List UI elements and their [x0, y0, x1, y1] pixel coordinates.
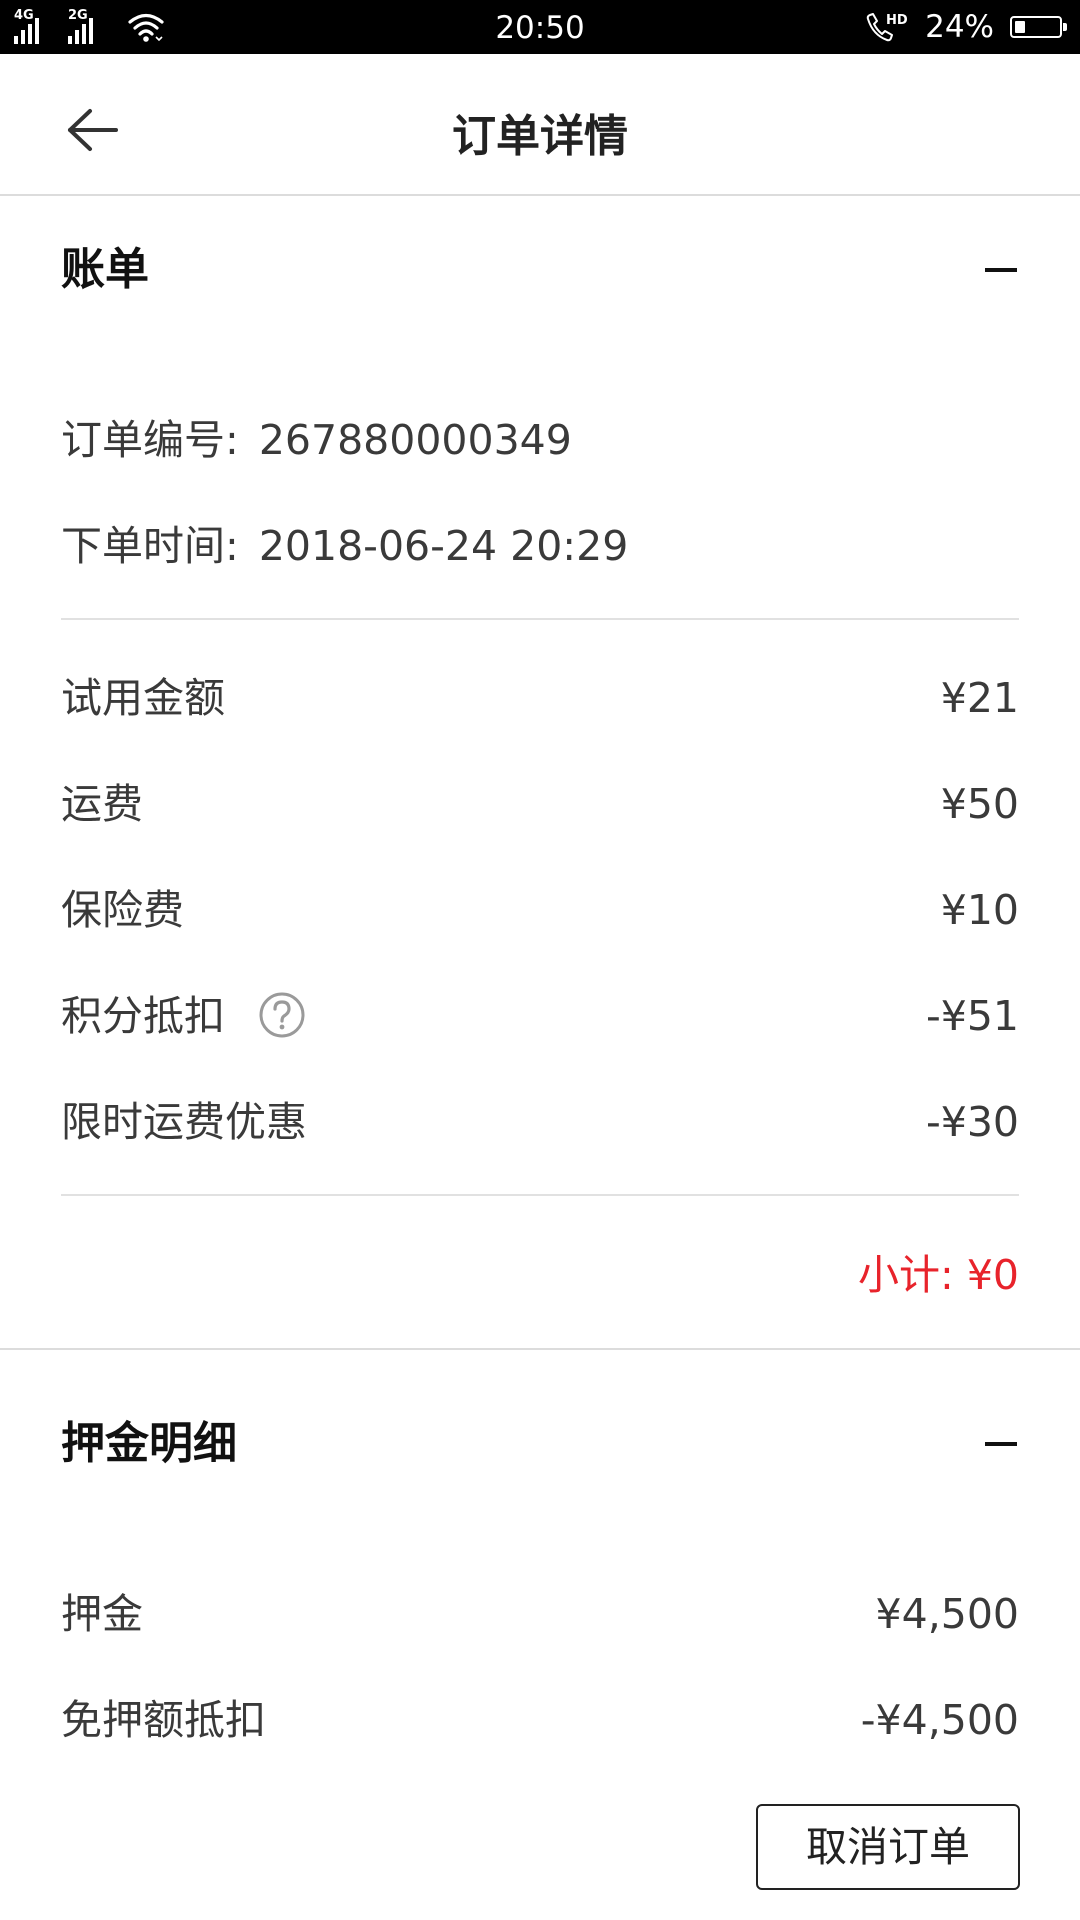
question-circle-icon[interactable]: [258, 991, 306, 1039]
order-time-value: 2018-06-24 20:29: [258, 522, 629, 570]
status-bar-right: HD 24%: [863, 0, 1067, 54]
divider: [61, 1194, 1019, 1196]
deposit-section-title: 押金明细: [61, 1418, 237, 1469]
deposit-row-exemption-deduction: 免押额抵扣 -¥4,500: [61, 1690, 1019, 1750]
bill-row-points-deduction: 积分抵扣 -¥51: [61, 986, 1019, 1046]
section-divider: [0, 1348, 1080, 1350]
cancel-order-button[interactable]: 取消订单: [756, 1804, 1020, 1890]
row-label: 押金: [61, 1590, 143, 1638]
bill-row-insurance: 保险费 ¥10: [61, 880, 1019, 940]
order-number-row: 订单编号: 267880000349: [61, 410, 572, 470]
bill-row-shipping: 运费 ¥50: [61, 774, 1019, 834]
row-value: -¥4,500: [860, 1696, 1019, 1744]
row-value: ¥50: [940, 780, 1019, 828]
row-value: ¥4,500: [875, 1590, 1019, 1638]
minus-icon[interactable]: [977, 1420, 1025, 1468]
battery-percentage: 24%: [925, 9, 994, 45]
minus-icon[interactable]: [977, 246, 1025, 294]
subtotal: 小计: ¥0: [857, 1251, 1019, 1299]
row-value: -¥30: [925, 1098, 1019, 1146]
deposit-section-header[interactable]: 押金明细: [61, 1404, 1019, 1484]
row-value: ¥21: [940, 674, 1019, 722]
deposit-row-deposit: 押金 ¥4,500: [61, 1584, 1019, 1644]
battery-fill: [1015, 21, 1025, 33]
order-number-value: 267880000349: [258, 416, 572, 464]
row-label: 运费: [61, 780, 143, 828]
call-icon: HD: [866, 13, 908, 42]
divider: [61, 618, 1019, 620]
title-bar: 订单详情: [0, 54, 1080, 196]
row-value: ¥10: [940, 886, 1019, 934]
row-value: -¥51: [925, 992, 1019, 1040]
bill-row-limited-shipping-discount: 限时运费优惠 -¥30: [61, 1092, 1019, 1152]
bill-section-header[interactable]: 账单: [61, 230, 1019, 310]
page-title: 订单详情: [452, 111, 628, 162]
row-label: 限时运费优惠: [61, 1098, 307, 1146]
battery-icon: [1010, 16, 1067, 38]
row-label: 免押额抵扣: [61, 1696, 266, 1744]
row-label: 试用金额: [61, 674, 225, 722]
order-time-row: 下单时间: 2018-06-24 20:29: [61, 516, 628, 576]
order-time-label: 下单时间:: [61, 522, 239, 570]
status-bar: 4G 2G 20:50 HD 24%: [0, 0, 1080, 54]
bill-row-trial-amount: 试用金额 ¥21: [61, 668, 1019, 728]
row-label: 积分抵扣: [61, 992, 225, 1040]
bill-section-title: 账单: [61, 244, 149, 295]
hd-label: HD: [886, 13, 908, 28]
row-label: 保险费: [61, 886, 184, 934]
order-number-label: 订单编号:: [61, 416, 239, 464]
